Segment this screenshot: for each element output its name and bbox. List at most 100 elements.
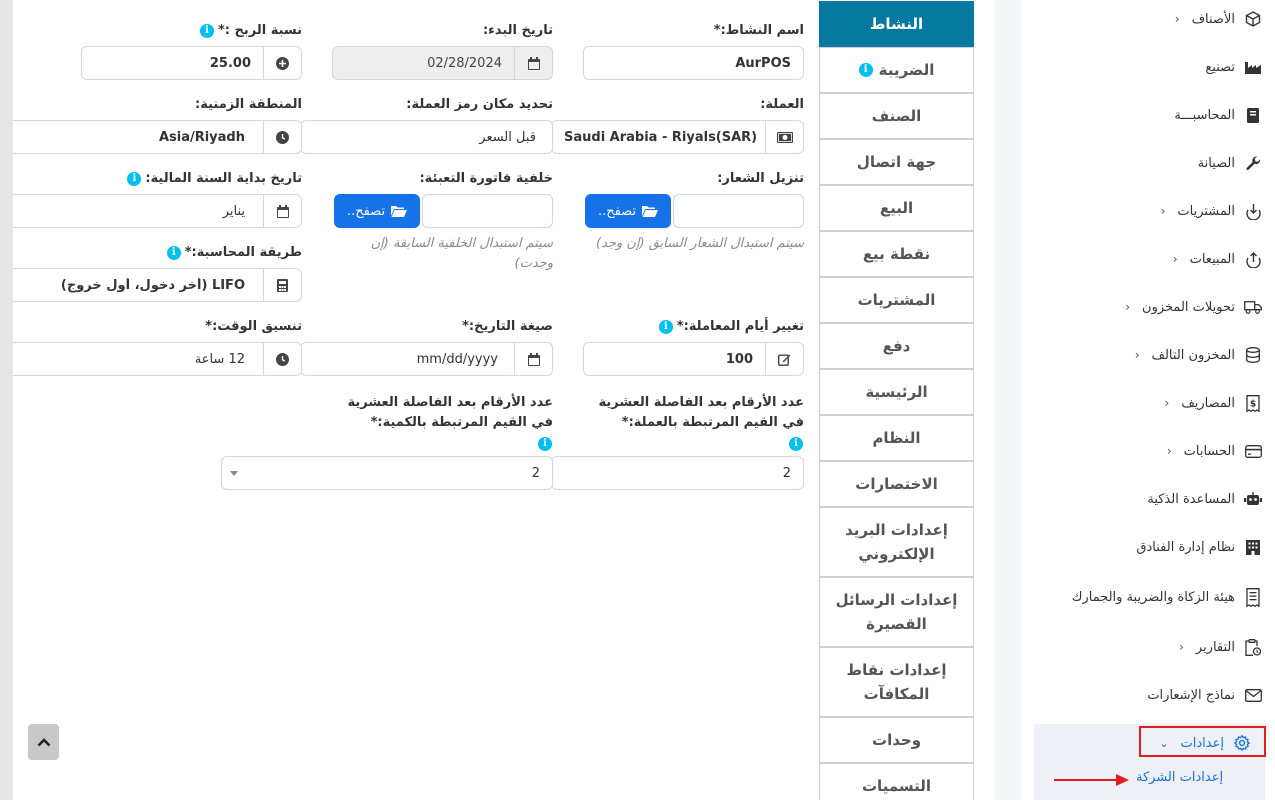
sidebar-item-accounts[interactable]: الحسابات ‹: [1021, 431, 1275, 471]
scroll-to-top-button[interactable]: [28, 724, 59, 760]
sidebar-subitem-company-settings[interactable]: إعدادات الشركة: [1136, 770, 1223, 785]
quantity-precision-label: عدد الأرقام بعد الفاصلة العشرية في القيم…: [347, 395, 553, 430]
sidebar-item-purchases[interactable]: المشتريات ‹: [1021, 191, 1275, 231]
tab-contact[interactable]: جهة اتصال: [819, 139, 974, 185]
cube-icon: [1243, 9, 1263, 29]
tab-sms-settings[interactable]: إعدادات الرسائل القصيرة: [819, 577, 974, 647]
info-icon[interactable]: i: [538, 437, 552, 451]
currency-label: العملة:: [760, 97, 804, 112]
business-name-label: اسم النشاط:*: [713, 23, 804, 38]
tab-product[interactable]: الصنف: [819, 93, 974, 139]
info-icon[interactable]: i: [166, 245, 181, 260]
download-circle-icon: [1243, 201, 1263, 221]
tab-payment[interactable]: دفع: [819, 323, 974, 369]
timezone-select[interactable]: Asia/Riyadh: [13, 120, 302, 154]
receipt-icon: [1243, 587, 1263, 607]
tab-units[interactable]: وحدات: [819, 717, 974, 763]
quantity-precision-value: 2: [531, 465, 540, 481]
logo-label: تنزيل الشعار:: [717, 171, 804, 186]
chevron-left-icon: ‹: [1166, 444, 1172, 458]
calculator-icon: [263, 269, 301, 301]
chevron-left-icon: ‹: [1179, 640, 1184, 654]
database-icon: [1243, 345, 1263, 365]
tab-pos[interactable]: نقطة بيع: [819, 231, 974, 277]
currency-select[interactable]: Saudi Arabia - Riyals(SAR): [551, 120, 804, 154]
date-format-label: صيغة التاريخ:*: [462, 319, 553, 334]
tab-system[interactable]: النظام: [819, 415, 974, 461]
accounting-method-select[interactable]: LIFO (أخر دخول، أول خروج): [13, 268, 302, 302]
tab-dashboard[interactable]: الرئيسية: [819, 369, 974, 415]
tab-purchases[interactable]: المشتريات: [819, 277, 974, 323]
sidebar-item-reports[interactable]: التقارير ‹: [1021, 627, 1275, 667]
profit-percent-value: 25.00: [209, 55, 251, 71]
fy-start-label: تاريخ بداية السنة المالية:i: [127, 171, 302, 186]
tab-shortcuts[interactable]: الاختصارات: [819, 461, 974, 507]
accounting-method-label: طريقة المحاسبة:*i: [166, 245, 302, 260]
receipt-dollar-icon: $: [1243, 393, 1263, 413]
timezone-label: المنطقة الزمنية:: [195, 97, 302, 112]
sidebar-item-manufacturing[interactable]: تصنيع: [1021, 47, 1275, 87]
tab-tax[interactable]: الضريبة i: [819, 47, 974, 93]
building-icon: [1243, 537, 1263, 557]
logo-file-input[interactable]: [673, 194, 804, 228]
invoice-bg-label: خلفية فاتورة التعبئة:: [419, 171, 553, 186]
transaction-days-label: تغيير أيام المعاملة:*i: [658, 319, 804, 334]
info-icon[interactable]: i: [789, 437, 803, 451]
tab-labels[interactable]: التسميات: [819, 763, 974, 800]
sidebar-item-smart-assist[interactable]: المساعدة الذكية: [1021, 479, 1275, 519]
tab-reward-points[interactable]: إعدادات نقاط المكافآت: [819, 647, 974, 717]
calendar-icon: [514, 47, 552, 79]
chevron-left-icon: ‹: [1164, 396, 1170, 410]
plus-circle-icon[interactable]: [263, 47, 301, 79]
start-date-label: تاريخ البدء:: [482, 23, 553, 38]
settings-highlight-box: [1139, 726, 1266, 757]
sidebar-item-maintenance[interactable]: الصيانة: [1021, 143, 1275, 183]
sidebar-item-hotel-management[interactable]: نظام إدارة الفنادق: [1021, 527, 1275, 567]
quantity-precision-select[interactable]: 2: [221, 456, 553, 490]
folder-open-icon: [391, 206, 408, 217]
transaction-days-value: 100: [725, 351, 753, 367]
tab-sale[interactable]: البيع: [819, 185, 974, 231]
time-format-select[interactable]: 12 ساعة: [13, 342, 302, 376]
sidebar-item-accounting[interactable]: المحاسبـــة: [1021, 95, 1275, 135]
sidebar-item-stock-transfers[interactable]: تحويلات المخزون ‹: [1021, 287, 1275, 327]
sidebar-item-expenses[interactable]: $ المصاريف ‹: [1021, 383, 1275, 423]
currency-placement-select[interactable]: قبل السعر: [300, 120, 553, 154]
invoice-bg-help-text: سيتم استبدال الخلفية السابقة (إن وجدت): [370, 236, 553, 271]
invoice-bg-file-input[interactable]: [422, 194, 553, 228]
sidebar-item-zatca[interactable]: هيئة الزكاة والضريبة والجمارك: [1021, 577, 1275, 617]
transaction-days-input[interactable]: 100: [583, 342, 804, 376]
tab-email-settings[interactable]: إعدادات البريد الإلكتروني: [819, 507, 974, 577]
clipboard-clock-icon: [1243, 637, 1263, 657]
tab-business[interactable]: النشاط: [819, 1, 974, 47]
chevron-left-icon: ‹: [1134, 348, 1140, 362]
sidebar-item-sales[interactable]: المبيعات ‹: [1021, 239, 1275, 279]
business-name-value: AurPOS: [735, 55, 791, 71]
date-format-value: mm/dd/yyyy: [416, 351, 498, 367]
start-date-input: 02/28/2024: [332, 46, 553, 80]
fy-start-select[interactable]: يناير: [13, 194, 302, 228]
currency-value: Saudi Arabia - Riyals(SAR): [564, 129, 758, 145]
info-icon[interactable]: i: [658, 319, 673, 334]
currency-precision-value: 2: [782, 465, 791, 481]
date-format-select[interactable]: mm/dd/yyyy: [300, 342, 553, 376]
sidebar-item-products[interactable]: الأصناف ‹: [1021, 0, 1275, 39]
invoice-bg-browse-button[interactable]: تصفح..: [334, 194, 420, 228]
book-icon: [1243, 105, 1263, 125]
business-name-input[interactable]: AurPOS: [583, 46, 804, 80]
sidebar-item-notification-templates[interactable]: نماذج الإشعارات: [1021, 675, 1275, 715]
currency-precision-select[interactable]: 2: [551, 456, 804, 490]
info-icon[interactable]: i: [199, 23, 214, 38]
currency-placement-label: تحديد مكان رمز العملة:: [406, 97, 553, 112]
red-arrow-icon: [1054, 774, 1129, 786]
info-icon[interactable]: i: [127, 171, 142, 186]
chevron-left-icon: ‹: [1160, 204, 1166, 218]
calendar-icon: [263, 195, 301, 227]
logo-browse-button[interactable]: تصفح..: [585, 194, 671, 228]
edit-icon: [765, 343, 803, 375]
clock-icon: [263, 121, 301, 153]
envelope-icon: [1243, 685, 1263, 705]
profit-percent-input[interactable]: 25.00: [81, 46, 302, 80]
sidebar-item-damaged-stock[interactable]: المخزون التالف ‹: [1021, 335, 1275, 375]
profit-percent-label: نسبة الربح :*i: [199, 23, 302, 38]
